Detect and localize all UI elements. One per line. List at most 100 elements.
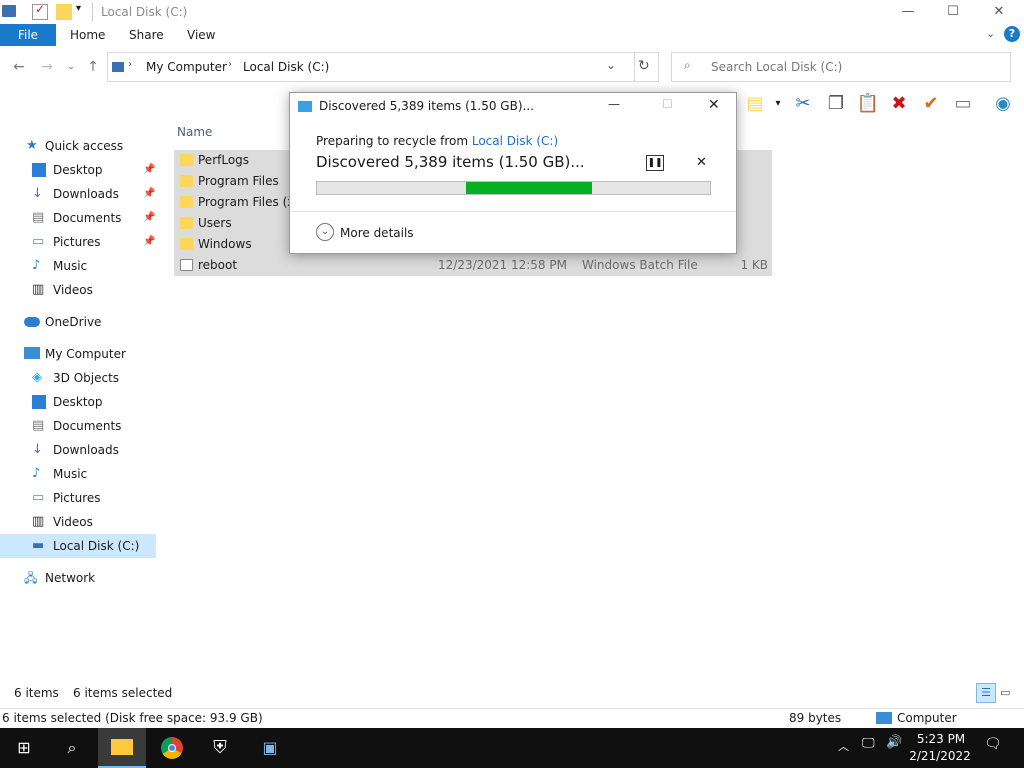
new-folder-icon[interactable]: ▤ bbox=[743, 92, 767, 116]
nav-item-documents[interactable]: ▤ Documents 📌 bbox=[0, 206, 156, 230]
security-shield-icon[interactable]: ⛨ bbox=[196, 728, 244, 768]
server-manager-icon[interactable]: ▣ bbox=[246, 728, 294, 768]
status-details: 6 items selected (Disk free space: 93.9 … bbox=[2, 711, 263, 725]
nav-label: Documents bbox=[53, 419, 122, 433]
nav-item-pictures[interactable]: ▭ Pictures bbox=[0, 486, 156, 510]
more-details-button[interactable]: More details bbox=[340, 226, 414, 240]
nav-item-music[interactable]: ♪ Music bbox=[0, 462, 156, 486]
properties-icon[interactable]: ✓ bbox=[32, 2, 48, 20]
clock-date[interactable]: 2/21/2022 bbox=[908, 749, 972, 763]
nav-label: Local Disk (C:) bbox=[53, 539, 140, 553]
nav-onedrive[interactable]: OneDrive bbox=[0, 310, 156, 334]
source-link[interactable]: Local Disk (C:) bbox=[472, 134, 558, 148]
close-button[interactable]: ✕ bbox=[976, 0, 1022, 24]
start-icon[interactable]: ⊞ bbox=[0, 728, 48, 768]
nav-item-documents[interactable]: ▤ Documents bbox=[0, 414, 156, 438]
tab-view[interactable]: View bbox=[187, 24, 215, 46]
pin-icon[interactable]: 📌 bbox=[143, 206, 155, 230]
nav-item-pictures[interactable]: ▭ Pictures 📌 bbox=[0, 230, 156, 254]
back-button[interactable]: ← bbox=[10, 58, 28, 76]
show-hidden-icons-icon[interactable]: ︿ bbox=[838, 738, 849, 754]
downloads-icon: ↓ bbox=[32, 442, 43, 457]
file-row[interactable]: reboot 12/23/2021 12:58 PM Windows Batch F… bbox=[174, 255, 772, 276]
search-input[interactable]: ⌕ Search Local Disk (C:) bbox=[671, 52, 1011, 82]
nav-item-music[interactable]: ♪ Music bbox=[0, 254, 156, 278]
drive-icon bbox=[112, 62, 124, 72]
file-explorer-icon[interactable] bbox=[98, 728, 146, 768]
dialog-close-button[interactable]: ✕ bbox=[708, 97, 720, 113]
nav-item-downloads[interactable]: ↓ Downloads 📌 bbox=[0, 182, 156, 206]
up-button[interactable]: ↑ bbox=[84, 58, 102, 76]
chevron-down-icon[interactable]: ⌄ bbox=[316, 223, 334, 241]
breadcrumb-my-computer[interactable]: My Computer bbox=[146, 60, 227, 74]
search-icon[interactable]: ⌕ bbox=[48, 728, 96, 768]
nav-item-desktop[interactable]: Desktop 📌 bbox=[0, 158, 156, 182]
delete-icon[interactable]: ✖ bbox=[887, 92, 911, 116]
paste-icon[interactable]: 📋 bbox=[856, 92, 880, 116]
breadcrumb-local-disk[interactable]: Local Disk (C:) bbox=[243, 60, 329, 74]
recent-locations-button[interactable]: ⌄ bbox=[62, 58, 80, 76]
status-bar: 6 items selected (Disk free space: 93.9 … bbox=[0, 708, 1024, 728]
nav-label: Pictures bbox=[53, 491, 101, 505]
documents-icon: ▤ bbox=[32, 418, 45, 433]
address-dropdown-icon[interactable]: ⌄ bbox=[606, 58, 616, 72]
file-tab[interactable]: File bbox=[0, 24, 56, 46]
help-icon[interactable]: ? bbox=[1004, 26, 1020, 42]
pin-icon[interactable]: 📌 bbox=[143, 182, 155, 206]
3d-objects-icon: ◈ bbox=[32, 370, 42, 385]
nav-item-desktop[interactable]: Desktop bbox=[0, 390, 156, 414]
dropdown-icon[interactable]: ▾ bbox=[766, 92, 790, 116]
file-size: 1 KB bbox=[740, 258, 768, 272]
dialog-maximize-button[interactable]: ☐ bbox=[662, 97, 673, 111]
cancel-button[interactable]: ✕ bbox=[696, 155, 707, 170]
file-name: Program Files bbox=[198, 174, 279, 188]
forward-button[interactable]: → bbox=[38, 58, 56, 76]
clock-time[interactable]: 5:23 PM bbox=[914, 732, 968, 746]
nav-item-local-disk-c-[interactable]: ▬ Local Disk (C:) bbox=[0, 534, 156, 558]
cut-icon[interactable]: ✂ bbox=[791, 92, 815, 116]
customize-toolbar-icon[interactable]: ▾ bbox=[76, 3, 81, 14]
nav-label: Music bbox=[53, 259, 88, 273]
details-view-icon[interactable]: ☰ bbox=[976, 683, 996, 703]
pin-icon[interactable]: 📌 bbox=[143, 158, 155, 182]
rename-icon[interactable]: ✔ bbox=[919, 92, 943, 116]
chrome-icon[interactable] bbox=[148, 728, 196, 768]
nav-network[interactable]: 🖧 Network bbox=[0, 566, 156, 590]
tab-home[interactable]: Home bbox=[70, 24, 105, 46]
nav-label: My Computer bbox=[45, 347, 126, 361]
nav-item-3d-objects[interactable]: ◈ 3D Objects bbox=[0, 366, 156, 390]
nav-item-downloads[interactable]: ↓ Downloads bbox=[0, 438, 156, 462]
breadcrumb-chevron-icon[interactable]: › bbox=[128, 59, 132, 70]
nav-label: Desktop bbox=[53, 163, 103, 177]
nav-item-videos[interactable]: ▥ Videos bbox=[0, 510, 156, 534]
recycle-progress-dialog: Discovered 5,389 items (1.50 GB)... — ☐ … bbox=[289, 92, 737, 254]
network-icon[interactable]: 🖵 bbox=[862, 736, 875, 751]
dialog-minimize-button[interactable]: — bbox=[608, 97, 620, 111]
documents-icon: ▤ bbox=[32, 210, 45, 225]
volume-icon[interactable]: 🔊 bbox=[886, 735, 902, 750]
new-folder-icon[interactable] bbox=[56, 4, 72, 20]
minimize-button[interactable]: — bbox=[885, 0, 931, 24]
nav-item-videos[interactable]: ▥ Videos bbox=[0, 278, 156, 302]
tab-share[interactable]: Share bbox=[129, 24, 164, 46]
maximize-button[interactable]: ☐ bbox=[930, 0, 976, 24]
column-header-name[interactable]: Name bbox=[177, 125, 212, 139]
music-icon: ♪ bbox=[32, 258, 41, 273]
properties-icon[interactable]: ▭ bbox=[951, 92, 975, 116]
copy-icon[interactable]: ❐ bbox=[824, 92, 848, 116]
search-icon: ⌕ bbox=[684, 58, 691, 72]
folder-icon bbox=[180, 175, 193, 187]
globe-icon[interactable]: ◉ bbox=[991, 92, 1015, 116]
breadcrumb-chevron-icon[interactable]: › bbox=[228, 59, 232, 70]
refresh-icon[interactable]: ↻ bbox=[638, 58, 650, 74]
nav-quick-access[interactable]: ★ Quick access bbox=[0, 134, 156, 158]
pin-icon[interactable]: 📌 bbox=[143, 230, 155, 254]
pause-button[interactable]: ❚❚ bbox=[646, 155, 664, 171]
address-bar[interactable]: › My Computer › Local Disk (C:) ⌄ ↻ bbox=[107, 52, 659, 82]
batch-file-icon bbox=[180, 259, 193, 271]
notifications-icon[interactable]: 🗨 bbox=[984, 736, 1002, 752]
expand-ribbon-icon[interactable]: ⌄ bbox=[986, 27, 995, 40]
nav-my-computer[interactable]: My Computer bbox=[0, 342, 156, 366]
status-location: Computer bbox=[897, 711, 957, 725]
large-icons-view-icon[interactable]: ▭ bbox=[1000, 686, 1010, 699]
